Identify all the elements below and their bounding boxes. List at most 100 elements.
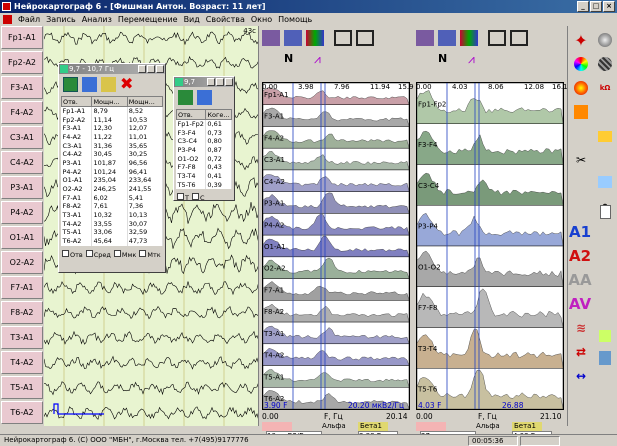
minimize-button[interactable]: _ [577,1,589,12]
checkbox[interactable]: Ммк [114,250,136,259]
font-av-icon[interactable]: AV [570,294,590,314]
grid-icon[interactable] [356,30,374,46]
channel-label[interactable]: C4-A2 [1,151,43,174]
table-row[interactable]: T3-A1 10,32 10,13 [62,211,163,220]
color-palette-icon[interactable] [571,54,591,74]
table-row[interactable]: P3-A1 101,87 96,56 [62,159,163,168]
spectrum-view-icon[interactable] [262,30,280,46]
font-a1-icon[interactable]: A1 [570,222,590,242]
minimize-button[interactable] [207,78,215,86]
channel-label[interactable]: F8-A2 [1,301,43,324]
table-row[interactable]: Fp1-A1 8,79 8,52 [62,107,163,116]
checkbox[interactable]: Мтк [139,250,160,259]
table-row[interactable]: F8-A2 7,61 7,36 [62,202,163,211]
excel-export-icon[interactable] [178,90,193,105]
document-icon[interactable] [595,202,615,222]
menu-record[interactable]: Запись [46,15,76,24]
table-row[interactable]: C4-A2 30,45 30,25 [62,150,163,159]
table-row[interactable]: C3-C4 0,80 [177,137,232,146]
swap-arrows-icon[interactable]: ⇄ [571,342,591,362]
table-row[interactable]: O1-O2 0,72 [177,154,232,163]
edit-icon[interactable] [197,90,212,105]
color-map-icon[interactable] [460,30,478,46]
channel-label[interactable]: F7-A1 [1,276,43,299]
table-row[interactable]: P4-A2 101,24 96,41 [62,167,163,176]
spectrum-plot-2[interactable]: Fp1-Fp2 F3-F4 C3-C4 P3-P4 O1-O2 F7-F8 T3-T4 T5-… [416,82,564,410]
sphere-icon[interactable] [595,30,615,50]
table-row[interactable]: Fp1-Fp2 0,61 [177,120,232,129]
edit-icon[interactable] [82,77,97,92]
channel-label[interactable]: O1-A1 [1,226,43,249]
table-row[interactable]: P3-P4 0,87 [177,146,232,155]
peak-icon[interactable]: ⩘ [314,52,332,68]
color-map-icon[interactable] [306,30,324,46]
channel-label[interactable]: P3-A1 [1,176,43,199]
font-a2-icon[interactable]: A2 [570,246,590,266]
band-power-window[interactable]: 9,7 - 10,7 Гц ✖ Отв. Мощн... Мощн... Fp1-A1… [58,63,166,273]
coherence-window[interactable]: 9,7 Отв. Коге... Fp1-Fp2 0,61 F3-F4 0,73 C3-C4… [173,76,235,201]
grid-icon[interactable] [510,30,528,46]
book-icon[interactable] [595,348,615,368]
channel-label[interactable]: T6-A2 [1,401,43,424]
channel-label[interactable]: F3-A1 [1,76,43,99]
maximize-button[interactable]: □ [590,1,602,12]
normalize-icon[interactable]: N [284,52,302,68]
table-row[interactable]: F7-A1 6,02 5,41 [62,193,163,202]
spectrum-panel-1[interactable]: N ⩘ Fp1-A1 F3-A1 F4-A2 C3-A1 C4-A2 P3-A1 P4-A2… [260,26,412,434]
tag-icon[interactable] [595,326,615,346]
tools-icon[interactable] [595,172,615,192]
grid-icon[interactable] [488,30,506,46]
menu-help[interactable]: Помощь [278,15,312,24]
channel-label[interactable]: T4-A2 [1,351,43,374]
table-row[interactable]: F7-F8 0,43 [177,163,232,172]
power-map-icon[interactable] [284,30,302,46]
table-row[interactable]: Fp2-A2 11,14 10,53 [62,115,163,124]
menu-properties[interactable]: Свойства [206,15,245,24]
channel-label[interactable]: Fp1-A1 [1,26,43,49]
menu-analysis[interactable]: Анализ [82,15,112,24]
face-icon[interactable] [571,102,591,122]
maximize-button[interactable] [147,65,155,73]
folder-icon[interactable] [595,126,615,146]
table-header[interactable]: Отв. [177,110,206,120]
spectrum-view-icon[interactable] [416,30,434,46]
channel-label[interactable]: T3-A1 [1,326,43,349]
font-aa-icon[interactable]: AA [570,270,590,290]
table-row[interactable]: F3-F4 0,73 [177,128,232,137]
table-row[interactable]: T6-A2 45,64 47,73 [62,237,163,246]
peak-icon[interactable]: ⩘ [468,52,486,68]
grid-icon[interactable] [334,30,352,46]
pattern-icon[interactable] [595,54,615,74]
checkbox[interactable]: С [192,193,205,202]
minimize-button[interactable] [138,65,146,73]
channel-label[interactable]: P4-A2 [1,201,43,224]
table-header[interactable]: Отв. [62,97,92,107]
channel-label[interactable]: F4-A2 [1,101,43,124]
menu-window[interactable]: Окно [251,15,272,24]
table-row[interactable]: F3-A1 12,30 12,07 [62,124,163,133]
checkbox[interactable]: Т [177,193,189,202]
copy-icon[interactable] [101,77,116,92]
checkbox[interactable]: Сред [86,250,111,259]
table-row[interactable]: C3-A1 31,36 35,65 [62,141,163,150]
table-header[interactable]: Мощн... [92,97,127,107]
normalize-icon[interactable]: N [438,52,456,68]
channel-label[interactable]: Fp2-A2 [1,51,43,74]
table-row[interactable]: T3-T4 0,41 [177,172,232,181]
close-button[interactable] [156,65,164,73]
spectrum-plot-1[interactable]: Fp1-A1 F3-A1 F4-A2 C3-A1 C4-A2 P3-A1 P4-A2 O1-A… [262,82,410,410]
menu-view[interactable]: Вид [184,15,200,24]
table-row[interactable]: O2-A2 246,25 241,55 [62,185,163,194]
table-row[interactable]: O1-A1 235,04 233,64 [62,176,163,185]
spectrum-panel-2[interactable]: N ⩘ Fp1-Fp2 F3-F4 C3-C4 P3-P4 O1-O2 F7-F8 T3-T… [414,26,566,434]
table-header[interactable]: Мощн... [127,97,162,107]
channel-label[interactable]: O2-A2 [1,251,43,274]
delete-icon[interactable]: ✖ [120,77,135,92]
wave-icon[interactable]: ≋ [571,318,591,338]
channel-label[interactable]: C3-A1 [1,126,43,149]
table-row[interactable]: F4-A2 11,22 11,01 [62,133,163,142]
table-row[interactable]: T5-A1 33,06 32,59 [62,228,163,237]
table-row[interactable]: T5-T6 0,39 [177,180,232,189]
close-button[interactable] [225,78,233,86]
checkbox[interactable]: Отв [62,250,83,259]
